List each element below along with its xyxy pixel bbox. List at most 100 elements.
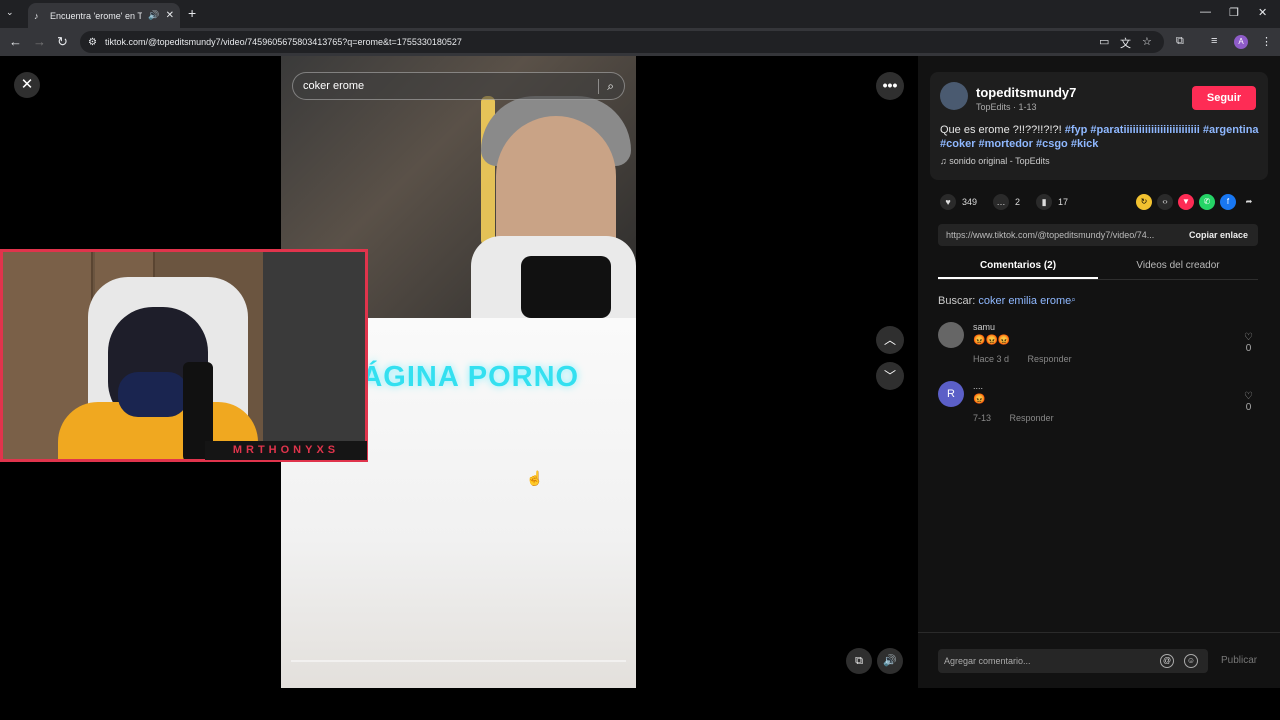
comment-count: 2 <box>1015 197 1021 207</box>
hand-cursor-icon: ☝ <box>526 470 544 486</box>
reload-icon[interactable]: ↻ <box>57 34 68 50</box>
browser-tab-strip: ⌄ ♪ Encuentra 'erome' en TikTo 🔊 ✕ + — ❐… <box>0 0 1280 28</box>
heart-outline-icon[interactable]: ♡ <box>1244 391 1253 402</box>
comment-like-count: 0 <box>1245 343 1252 354</box>
url-text: tiktok.com/@topeditsmundy7/video/7459605… <box>104 37 462 47</box>
search-suggestion: Buscar: coker emilia erome⌕ <box>938 295 1076 307</box>
browser-toolbar: ← → ↻ ⚙ tiktok.com/@topeditsmundy7/video… <box>0 28 1280 56</box>
video-link-box: https://www.tiktok.com/@topeditsmundy7/v… <box>938 224 1258 246</box>
comment-text: 😡 <box>973 394 986 405</box>
tab-comments[interactable]: Comentarios (2) <box>938 256 1098 279</box>
volume-icon[interactable]: 🔊 <box>877 648 903 674</box>
facebook-icon[interactable]: f <box>1220 194 1236 210</box>
comment-text: 😡😡😡 <box>973 335 1011 346</box>
tab-search-icon[interactable]: ⌄ <box>6 7 14 18</box>
embed-icon[interactable]: ‹› <box>1157 194 1173 210</box>
new-tab-button[interactable]: + <box>188 5 196 21</box>
video-progress-bar[interactable] <box>291 660 626 662</box>
reply-button[interactable]: Responder <box>1028 354 1072 364</box>
profile-avatar[interactable]: A <box>1234 35 1248 49</box>
next-video-button[interactable]: ﹀ <box>876 362 904 390</box>
copy-link-button[interactable]: Copiar enlace <box>1179 230 1258 240</box>
webcam-background-pc <box>263 252 365 442</box>
save-count: 17 <box>1058 197 1069 207</box>
extensions-icon[interactable]: ⧉ <box>1176 35 1184 48</box>
comment-input[interactable]: Agregar comentario... @ ☺ <box>938 649 1208 673</box>
video-caption: PÁGINA PORNO <box>341 361 580 393</box>
whatsapp-icon[interactable]: ✆ <box>1199 194 1215 210</box>
publish-button[interactable]: Publicar <box>1221 655 1257 666</box>
like-count: 349 <box>962 197 978 207</box>
panel-tabs: Comentarios (2) Videos del creador <box>938 256 1258 280</box>
webcam-streamer-mask <box>118 372 188 417</box>
comment-meta: Hace 3 d Responder <box>973 354 1088 364</box>
comment-like[interactable]: ♡ 0 <box>1244 332 1253 354</box>
address-bar[interactable]: ⚙ tiktok.com/@topeditsmundy7/video/74596… <box>80 31 1164 53</box>
search-suggestion-link[interactable]: coker emilia erome <box>978 295 1071 307</box>
author-username[interactable]: topeditsmundy7 <box>976 85 1076 100</box>
commenter-avatar[interactable] <box>938 322 964 348</box>
search-prefix: Buscar: <box>938 295 979 307</box>
music-info[interactable]: ♫ sonido original - TopEdits <box>940 156 1050 166</box>
streamer-name-bar: MRTHONYXS <box>205 441 367 460</box>
browser-tab[interactable]: ♪ Encuentra 'erome' en TikTo 🔊 ✕ <box>28 3 180 28</box>
heart-icon[interactable]: ♥ <box>940 194 956 210</box>
commenter-name[interactable]: .... <box>973 381 983 391</box>
close-tab-icon[interactable]: ✕ <box>166 10 174 21</box>
mention-icon[interactable]: @ <box>1160 654 1174 668</box>
follow-button[interactable]: Seguir <box>1192 86 1256 110</box>
author-avatar[interactable] <box>940 82 968 110</box>
commenter-avatar[interactable]: R <box>938 381 964 407</box>
comment-time: 7-13 <box>973 413 992 423</box>
audio-playing-icon[interactable]: 🔊 <box>148 10 159 21</box>
minimize-icon[interactable]: — <box>1200 6 1211 18</box>
install-icon[interactable]: ▭ <box>1099 35 1109 48</box>
bookmark-star-icon[interactable]: ☆ <box>1142 35 1152 48</box>
reading-list-icon[interactable]: ≡ <box>1211 35 1217 47</box>
site-info-icon[interactable]: ⚙ <box>88 37 97 48</box>
close-viewer-button[interactable]: ✕ <box>14 72 40 98</box>
repost-icon[interactable]: ↻ <box>1136 194 1152 210</box>
tab-title: Encuentra 'erome' en TikTo <box>50 10 143 21</box>
more-options-button[interactable]: ••• <box>876 72 904 100</box>
reply-button[interactable]: Responder <box>1010 413 1054 423</box>
comment-like[interactable]: ♡ 0 <box>1244 391 1253 413</box>
comment-time: Hace 3 d <box>973 354 1010 364</box>
comment-meta: 7-13 Responder <box>973 413 1070 423</box>
search-small-icon: ⌕ <box>1071 295 1076 304</box>
action-bar: ♥ 349 … 2 ▮ 17 <box>940 194 1084 210</box>
music-note-icon: ♫ <box>940 156 950 166</box>
comment-placeholder: Agregar comentario... <box>944 656 1031 666</box>
restore-icon[interactable]: ❐ <box>1229 6 1239 19</box>
emoji-icon[interactable]: ☺ <box>1184 654 1198 668</box>
back-icon[interactable]: ← <box>9 34 22 49</box>
comment-composer: Agregar comentario... @ ☺ Publicar <box>918 632 1280 688</box>
search-icon[interactable]: ⌕ <box>598 78 614 94</box>
commenter-name[interactable]: samu <box>973 322 995 332</box>
video-viewer: ✕ PÁGINA PORNO coker erome ⌕ MRTHONYXS •… <box>0 56 918 688</box>
forward-icon[interactable]: → <box>33 34 46 49</box>
share-icon[interactable]: ➦ <box>1241 194 1257 210</box>
browser-menu-icon[interactable]: ⋮ <box>1261 35 1272 48</box>
video-microphone <box>521 256 611 318</box>
send-icon[interactable]: ▼ <box>1178 194 1194 210</box>
window-close-icon[interactable]: ✕ <box>1258 6 1267 19</box>
video-description: Que es erome ?!!??!!?!?! #fyp #paratiiii… <box>940 123 1260 151</box>
bookmark-icon[interactable]: ▮ <box>1036 194 1053 210</box>
author-subtitle: TopEdits · 1-13 <box>976 102 1037 112</box>
tab-creator-videos[interactable]: Videos del creador <box>1098 256 1258 279</box>
streamer-webcam-overlay <box>0 249 368 462</box>
description-text: Que es erome ?!!??!!?!?! <box>940 124 1065 136</box>
tiktok-favicon-icon: ♪ <box>34 10 39 21</box>
comment-icon[interactable]: … <box>993 194 1010 210</box>
previous-video-button[interactable]: ︿ <box>876 326 904 354</box>
details-panel: topeditsmundy7 TopEdits · 1-13 Seguir Qu… <box>918 56 1280 688</box>
bottom-black-bar <box>0 688 1280 720</box>
author-card: topeditsmundy7 TopEdits · 1-13 Seguir Qu… <box>930 72 1268 180</box>
pip-icon[interactable]: ⧉ <box>846 648 872 674</box>
heart-outline-icon[interactable]: ♡ <box>1244 332 1253 343</box>
video-search-bar[interactable]: coker erome ⌕ <box>292 72 625 100</box>
comment-like-count: 0 <box>1245 402 1252 413</box>
translate-icon[interactable]: 文 <box>1120 35 1131 51</box>
video-link[interactable]: https://www.tiktok.com/@topeditsmundy7/v… <box>946 230 1179 240</box>
